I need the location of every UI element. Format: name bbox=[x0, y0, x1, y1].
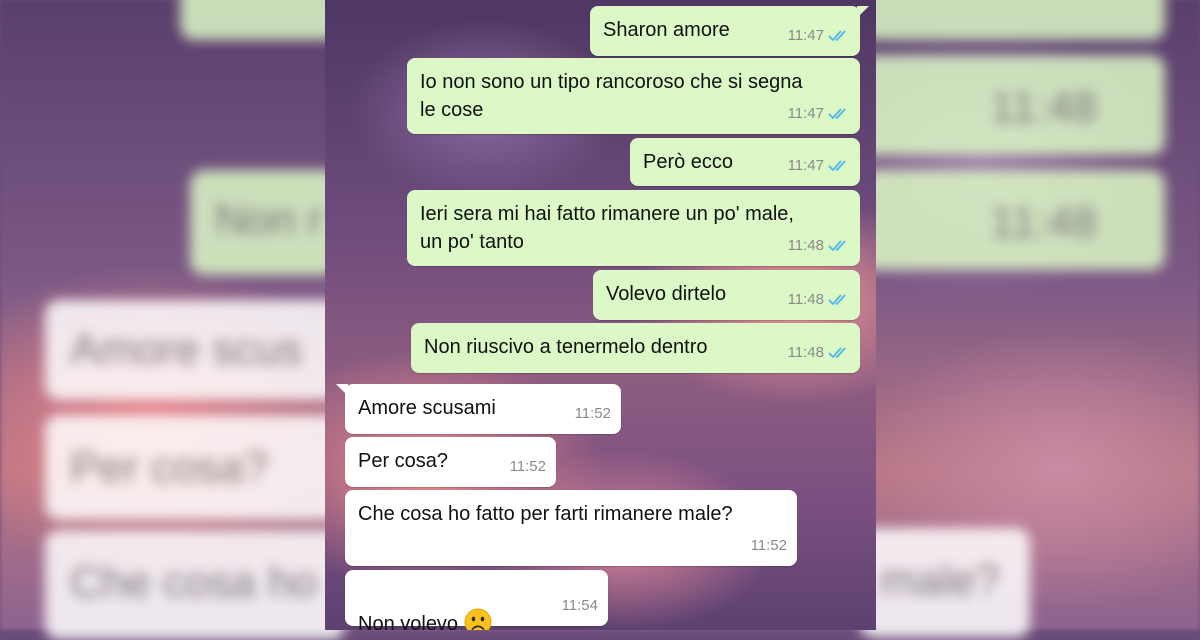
ghost-bubble: 11:48 bbox=[860, 170, 1165, 270]
message-time: 11:48 bbox=[787, 237, 824, 254]
bubble-tail bbox=[336, 384, 348, 396]
message-text: Che cosa ho fatto per farti rimanere mal… bbox=[358, 503, 733, 525]
message-time: 11:47 bbox=[787, 105, 824, 122]
frowning-face-icon bbox=[464, 608, 492, 630]
message-incoming[interactable]: Che cosa ho fatto per farti rimanere mal… bbox=[345, 490, 797, 566]
message-meta: 11:48 bbox=[788, 232, 850, 260]
message-meta: 11:47 bbox=[788, 152, 850, 180]
message-outgoing[interactable]: Volevo dirtelo 11:48 bbox=[593, 270, 860, 320]
message-text: Per cosa? bbox=[358, 450, 449, 472]
double-check-icon bbox=[828, 240, 846, 252]
double-check-icon bbox=[828, 108, 846, 120]
message-meta: 11:47 bbox=[788, 100, 850, 128]
ghost-text: 11:48 bbox=[990, 198, 1097, 247]
ghost-text: 11:48 bbox=[990, 83, 1097, 132]
message-meta: 11:52 bbox=[575, 400, 611, 428]
double-check-icon bbox=[828, 347, 846, 359]
message-meta: 11:52 bbox=[510, 453, 546, 481]
message-outgoing[interactable]: Sharon amore 11:47 bbox=[590, 6, 869, 56]
message-text: Sharon amore bbox=[603, 19, 730, 41]
message-text: Io non sono un tipo rancoroso che si seg… bbox=[420, 71, 803, 121]
message-outgoing[interactable]: Io non sono un tipo rancoroso che si seg… bbox=[407, 58, 860, 134]
message-outgoing[interactable]: Non riuscivo a tenermelo dentro 11:48 bbox=[411, 323, 860, 373]
message-text: Amore scusami bbox=[358, 397, 496, 419]
message-time: 11:52 bbox=[509, 458, 546, 475]
ghost-text: Per cosa? bbox=[70, 443, 269, 492]
message-meta: 11:54 bbox=[562, 592, 598, 620]
ghost-bubble: Non r bbox=[190, 170, 340, 275]
ghost-text: male? bbox=[880, 556, 1000, 605]
message-time: 11:52 bbox=[750, 537, 787, 554]
message-incoming[interactable]: Per cosa? 11:52 bbox=[345, 437, 556, 487]
ghost-bubble: Amore scus bbox=[45, 300, 345, 400]
message-time: 11:48 bbox=[787, 291, 824, 308]
double-check-icon bbox=[828, 160, 846, 172]
ghost-bubble bbox=[860, 0, 1165, 40]
message-incoming[interactable]: Amore scusami 11:52 bbox=[336, 384, 621, 434]
message-text: Però ecco bbox=[643, 151, 734, 173]
ghost-bubble: Per cosa? bbox=[45, 415, 345, 520]
message-outgoing[interactable]: Ieri sera mi hai fatto rimanere un po' m… bbox=[407, 190, 860, 266]
message-meta: 11:47 bbox=[788, 22, 850, 50]
ghost-bubble bbox=[180, 0, 340, 40]
double-check-icon bbox=[828, 294, 846, 306]
message-text: Non volevo bbox=[358, 613, 459, 630]
message-text-wrap: Non volevo bbox=[358, 580, 492, 630]
ghost-text: Che cosa ho bbox=[70, 558, 318, 607]
message-incoming[interactable]: Non volevo 11:54 bbox=[345, 570, 608, 630]
message-text: Ieri sera mi hai fatto rimanere un po' m… bbox=[420, 203, 794, 253]
message-meta: 11:48 bbox=[788, 339, 850, 367]
message-meta: 11:48 bbox=[788, 286, 850, 314]
ghost-bubble: 11:48 bbox=[860, 55, 1165, 155]
message-outgoing[interactable]: Però ecco 11:47 bbox=[630, 138, 860, 186]
chat-panel[interactable]: Sharon amore 11:47 Io non sono un tipo r… bbox=[325, 0, 876, 630]
ghost-bubble: Che cosa ho bbox=[45, 530, 345, 640]
ghost-bubble: male? bbox=[860, 528, 1030, 638]
message-time: 11:52 bbox=[574, 405, 611, 422]
message-meta: 11:52 bbox=[751, 532, 787, 560]
message-text: Non riuscivo a tenermelo dentro bbox=[424, 336, 708, 358]
ghost-text: Amore scus bbox=[70, 325, 303, 374]
message-time: 11:48 bbox=[787, 344, 824, 361]
ghost-text: Non r bbox=[215, 195, 323, 244]
message-time: 11:47 bbox=[787, 27, 824, 44]
double-check-icon bbox=[828, 30, 846, 42]
message-time: 11:47 bbox=[787, 157, 824, 174]
message-text: Volevo dirtelo bbox=[606, 283, 727, 305]
bubble-tail bbox=[857, 6, 869, 18]
message-time: 11:54 bbox=[561, 597, 598, 614]
